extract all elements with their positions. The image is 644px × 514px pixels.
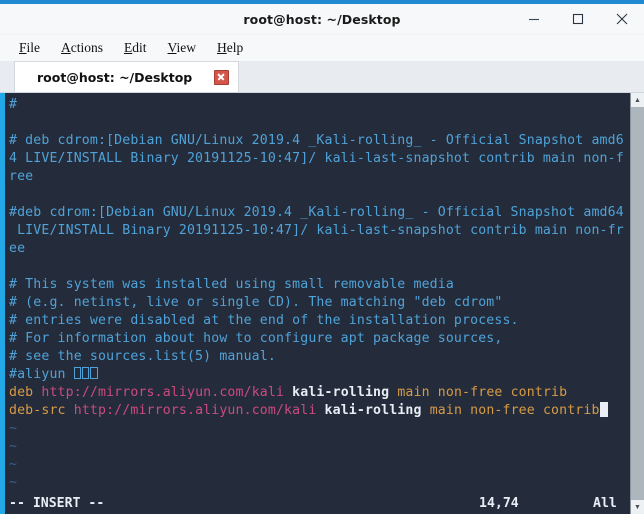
menu-label-view-rest: iew (176, 40, 196, 55)
terminal-window: root@host: ~/Desktop File Actions Edit V… (0, 0, 644, 514)
repo-suite: kali-rolling (292, 385, 390, 400)
title-bar: root@host: ~/Desktop (0, 4, 644, 35)
chevron-up-icon: ▲ (634, 96, 641, 104)
tab-strip: root@host: ~/Desktop (0, 61, 644, 93)
terminal-line-repo-deb: deb http://mirrors.aliyun.com/kali kali-… (9, 384, 630, 402)
close-icon (616, 13, 628, 25)
repo-components: main non-free contrib (429, 403, 600, 418)
terminal-scrollbar[interactable]: ▲ ▼ (630, 93, 644, 514)
missing-glyph-box-icon (74, 367, 82, 379)
tab-terminal-0[interactable]: root@host: ~/Desktop (14, 61, 240, 92)
missing-glyph-box-icon (82, 367, 90, 379)
vim-empty-line-marker: ~ (9, 439, 18, 454)
terminal-line-repo-deb-src: deb-src http://mirrors.aliyun.com/kali k… (9, 402, 630, 420)
terminal-line: # (e.g. netinst, live or single CD). The… (9, 295, 503, 310)
repo-components: main non-free contrib (397, 385, 568, 400)
window-controls (512, 4, 644, 34)
repo-url: http://mirrors.aliyun.com/kali (41, 385, 285, 400)
vim-status-line: -- INSERT -- 14,74 All (5, 492, 630, 514)
menu-label-edit-rest: dit (132, 40, 147, 55)
terminal-line-aliyun-comment: #aliyun (9, 366, 630, 384)
menu-mnemonic-h: H (216, 40, 227, 55)
terminal-line: ree (9, 169, 34, 184)
terminal-line: ee (9, 241, 26, 256)
repo-keyword: deb (9, 385, 34, 400)
chevron-down-icon: ▼ (634, 503, 641, 511)
terminal-line: # entries were disabled at the end of th… (9, 313, 519, 328)
menu-item-help[interactable]: Help (207, 38, 254, 58)
menu-item-actions[interactable]: Actions (51, 38, 114, 58)
maximize-button[interactable] (556, 4, 600, 34)
menu-item-file[interactable]: File (9, 38, 51, 58)
text-cursor (599, 402, 608, 417)
aliyun-comment-prefix: #aliyun (9, 367, 74, 382)
terminal-line: # see the sources.list(5) manual. (9, 349, 276, 364)
close-button[interactable] (600, 4, 644, 34)
terminal-screen[interactable]: # # deb cdrom:[Debian GNU/Linux 2019.4 _… (5, 93, 630, 514)
vim-mode-indicator: -- INSERT -- (9, 495, 105, 511)
menu-label-file-rest: ile (26, 40, 41, 55)
menu-bar: File Actions Edit View Help (0, 35, 644, 61)
repo-suite: kali-rolling (324, 403, 422, 418)
vim-empty-line-marker: ~ (9, 457, 18, 472)
terminal-line: # deb cdrom:[Debian GNU/Linux 2019.4 _Ka… (9, 133, 624, 148)
minimize-button[interactable] (512, 4, 556, 34)
menu-item-view[interactable]: View (158, 38, 207, 58)
vim-empty-line-marker: ~ (9, 421, 18, 436)
terminal-area: # # deb cdrom:[Debian GNU/Linux 2019.4 _… (0, 93, 644, 514)
window-title: root@host: ~/Desktop (243, 11, 401, 27)
terminal-line: #deb cdrom:[Debian GNU/Linux 2019.4 _Kal… (9, 205, 624, 220)
scrollbar-up-button[interactable]: ▲ (631, 93, 644, 107)
terminal-line: 4 LIVE/INSTALL Binary 20191125-10:47]/ k… (9, 151, 624, 166)
tab-label: root@host: ~/Desktop (37, 69, 193, 85)
menu-mnemonic-a: A (61, 40, 71, 55)
terminal-line: # (9, 97, 18, 112)
menu-item-edit[interactable]: Edit (114, 38, 158, 58)
terminal-line: LIVE/INSTALL Binary 20191125-10:47]/ kal… (9, 223, 624, 238)
terminal-line: # This system was installed using small … (9, 277, 454, 292)
terminal-line: # For information about how to configure… (9, 331, 503, 346)
scrollbar-down-button[interactable]: ▼ (631, 500, 644, 514)
missing-glyph-box-icon (90, 367, 98, 379)
tab-close-icon[interactable] (214, 69, 230, 85)
scrollbar-track[interactable] (631, 107, 644, 500)
vim-scroll-indicator: All (593, 495, 617, 511)
maximize-icon (572, 13, 584, 25)
repo-url: http://mirrors.aliyun.com/kali (73, 403, 317, 418)
menu-mnemonic-f: F (19, 40, 27, 55)
minimize-icon (529, 18, 539, 21)
vim-empty-line-marker: ~ (9, 475, 18, 490)
vim-cursor-position: 14,74 (479, 495, 519, 511)
menu-label-help-rest: elp (226, 40, 244, 55)
menu-label-actions-rest: ctions (70, 40, 104, 55)
repo-keyword: deb-src (9, 403, 66, 418)
